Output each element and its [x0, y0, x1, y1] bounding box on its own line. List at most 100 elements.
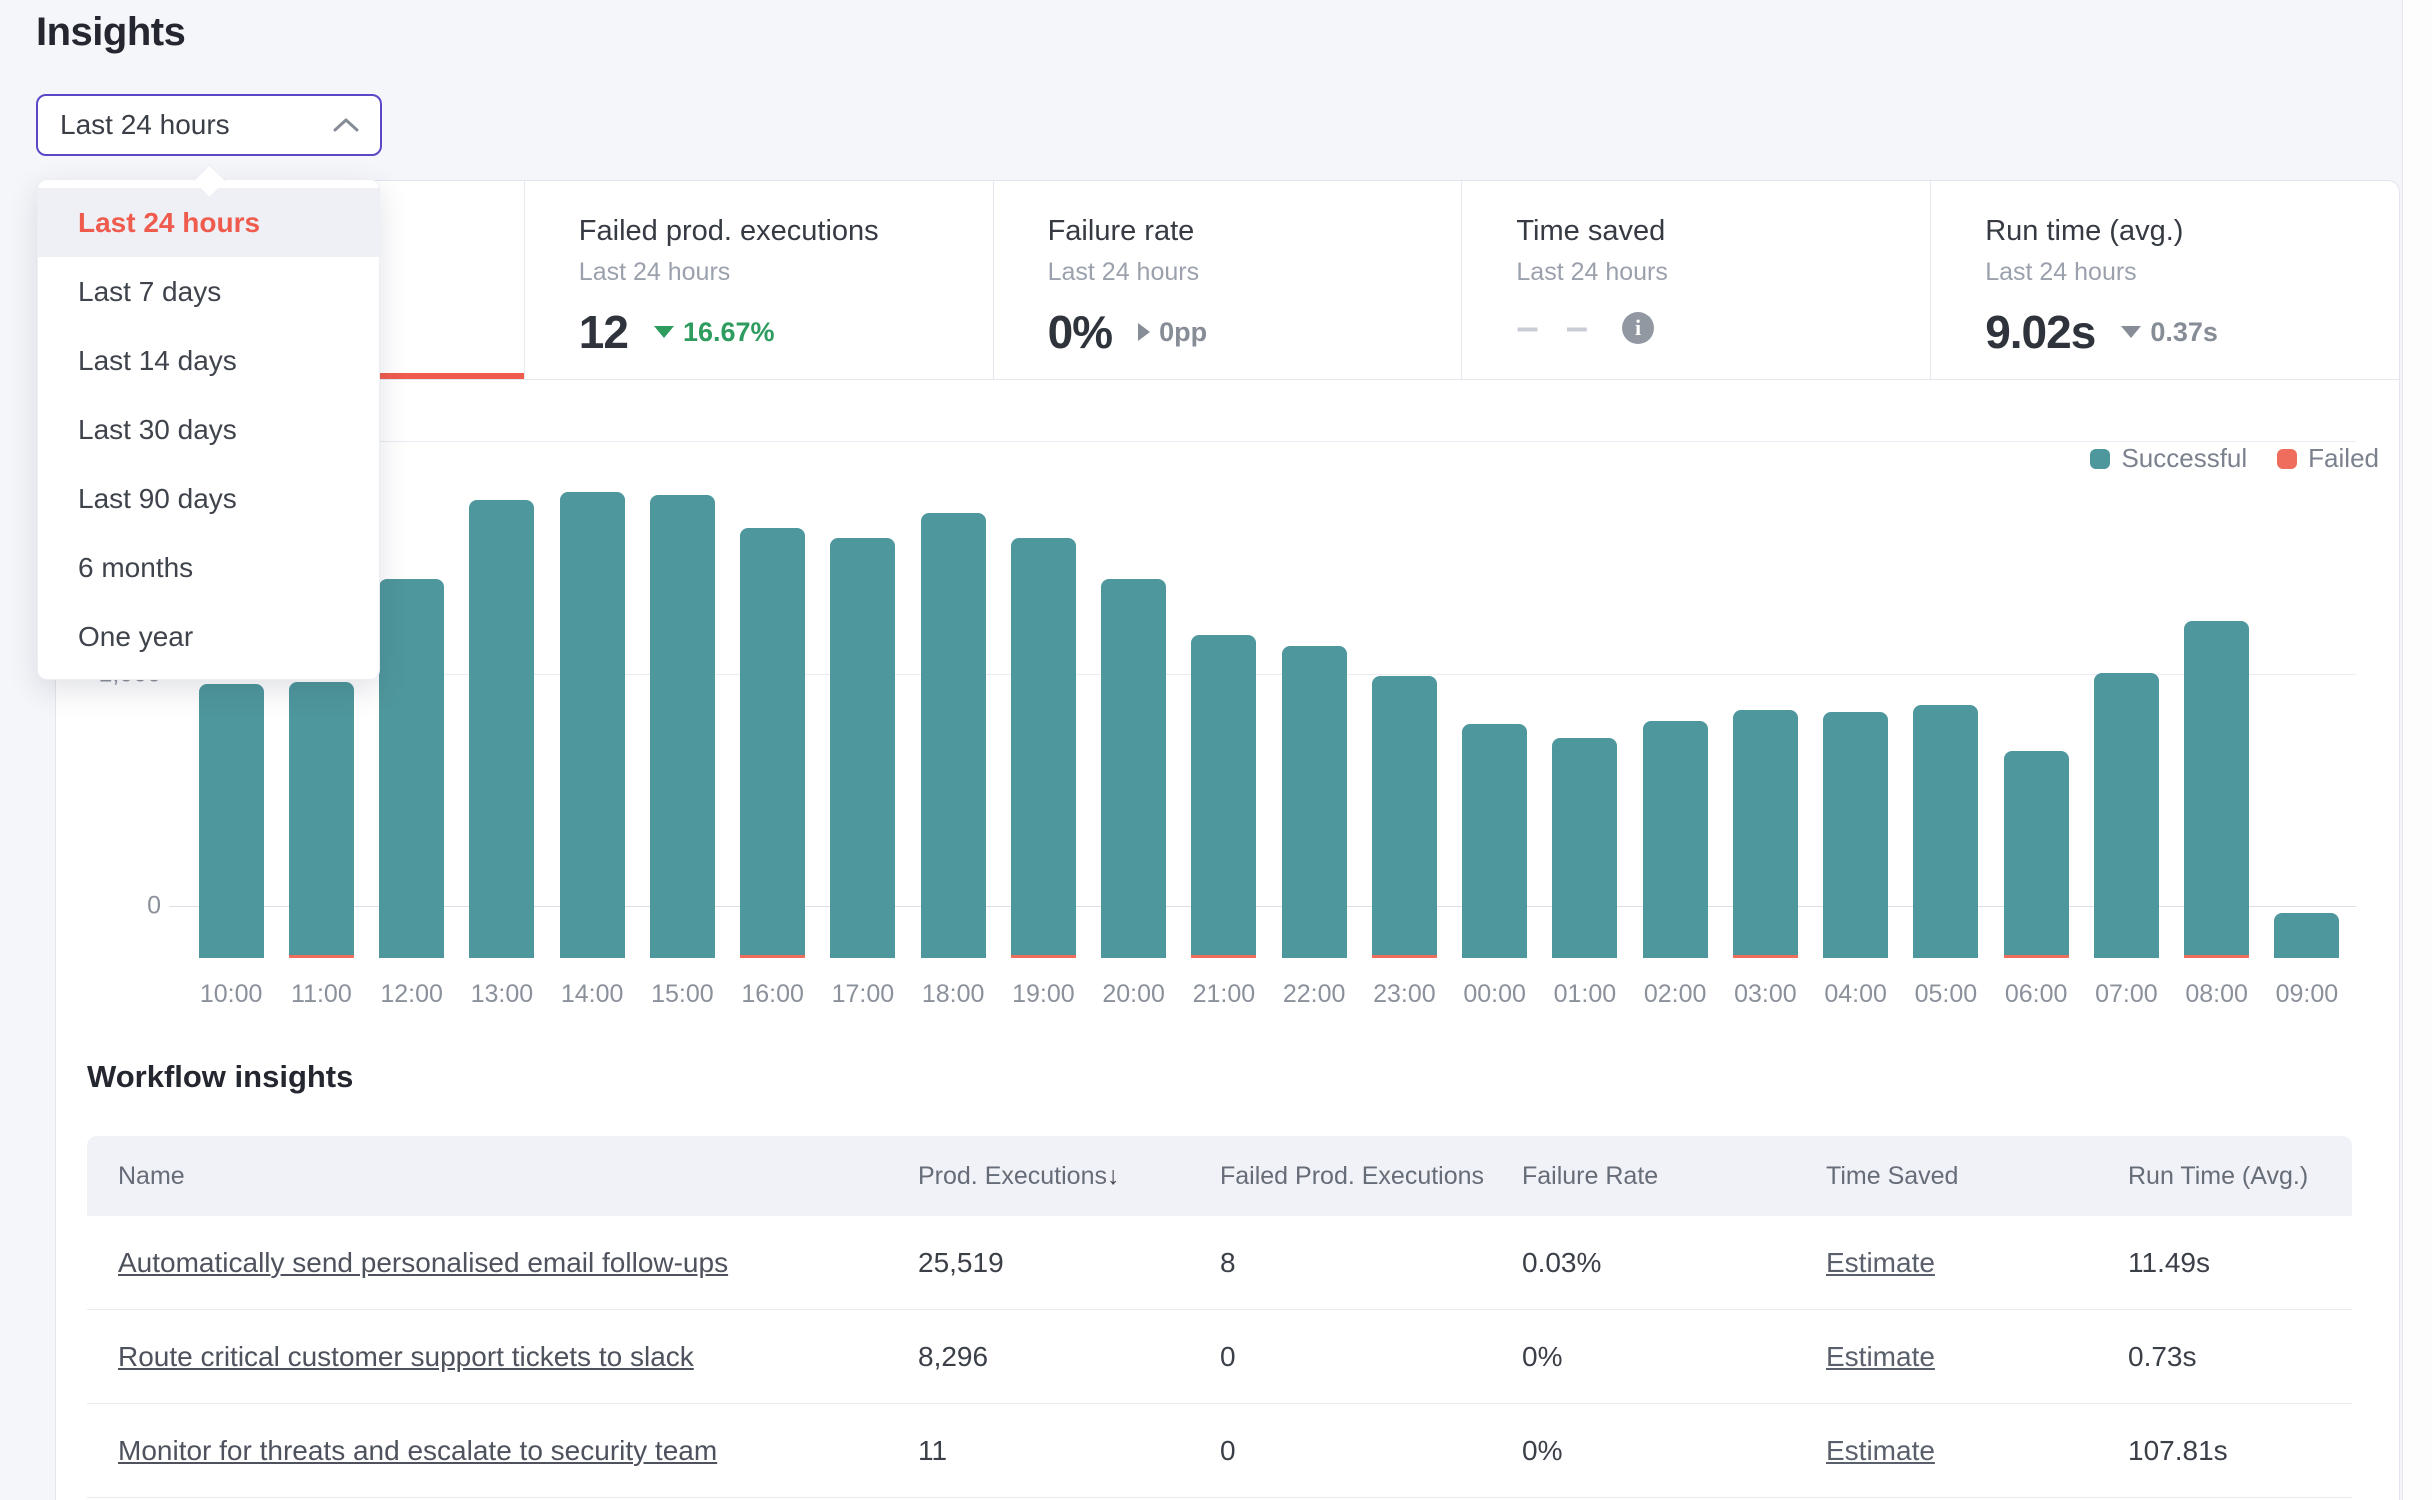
x-axis-label: 18:00: [908, 980, 998, 1009]
triangle-down-icon: [654, 326, 674, 338]
bar: [1101, 579, 1166, 958]
bar-successful-segment: [560, 492, 625, 958]
card-subtitle: Last 24 hours: [1516, 258, 1910, 287]
bar-successful-segment: [830, 538, 895, 958]
failure-rate-cell: 0.03%: [1522, 1216, 1826, 1310]
legend-swatch-failed: [2277, 449, 2297, 469]
legend-item-successful[interactable]: Successful: [2090, 443, 2247, 474]
estimate-link[interactable]: Estimate: [1826, 1435, 1935, 1466]
column-header-failed-prod-executions[interactable]: Failed Prod. Executions: [1220, 1136, 1522, 1216]
menu-item-last-90-days[interactable]: Last 90 days: [38, 464, 379, 533]
bar: [740, 528, 805, 958]
bar-group-08-00: [2172, 492, 2262, 958]
bar-successful-segment: [2094, 673, 2159, 958]
metric-card-run-time-avg[interactable]: Run time (avg.)Last 24 hours9.02s0.37s: [1931, 181, 2399, 379]
bar-failed-segment: [740, 955, 805, 958]
prod-executions-cell: 11: [918, 1404, 1220, 1498]
menu-item-last-30-days[interactable]: Last 30 days: [38, 395, 379, 464]
bar-successful-segment: [1011, 538, 1076, 955]
menu-item-last-24-hours[interactable]: Last 24 hours: [38, 188, 379, 257]
info-icon[interactable]: i: [1622, 312, 1654, 344]
scrollbar-track[interactable]: [2402, 0, 2432, 1500]
workflow-name-link[interactable]: Monitor for threats and escalate to secu…: [118, 1435, 717, 1466]
estimate-link[interactable]: Estimate: [1826, 1341, 1935, 1372]
card-title: Time saved: [1516, 215, 1910, 248]
bar: [1282, 646, 1347, 958]
metric-card-failed-prod-executions[interactable]: Failed prod. executionsLast 24 hours1216…: [525, 181, 994, 379]
x-axis-label: 20:00: [1089, 980, 1179, 1009]
table-row: Automatically send personalised email fo…: [87, 1216, 2352, 1310]
bar-successful-segment: [1282, 646, 1347, 958]
bar: [469, 500, 534, 958]
x-axis-label: 01:00: [1540, 980, 1630, 1009]
time-saved-cell: Estimate: [1826, 1404, 2128, 1498]
bar-group-21-00: [1179, 492, 1269, 958]
card-delta-value: 16.67%: [683, 317, 775, 348]
bar: [2094, 673, 2159, 958]
bar-failed-segment: [1011, 955, 1076, 958]
y-axis-label: 0: [66, 892, 161, 921]
bar: [560, 492, 625, 958]
menu-item-last-14-days[interactable]: Last 14 days: [38, 326, 379, 395]
bar: [1733, 710, 1798, 958]
executions-chart: Successful Failed 01,0002,000 10:0011:00…: [56, 379, 2399, 1019]
column-header-prod-executions[interactable]: Prod. Executions↓: [918, 1136, 1220, 1216]
column-header-run-time-avg[interactable]: Run Time (Avg.): [2128, 1136, 2352, 1216]
bar-group-22-00: [1269, 492, 1359, 958]
bar-successful-segment: [1823, 712, 1888, 958]
column-header-time-saved[interactable]: Time Saved: [1826, 1136, 2128, 1216]
bar-group-12-00: [367, 492, 457, 958]
x-axis-label: 12:00: [367, 980, 457, 1009]
bar-failed-segment: [1191, 955, 1256, 958]
chevron-up-icon: [332, 116, 360, 134]
workflow-name-link[interactable]: Route critical customer support tickets …: [118, 1341, 694, 1372]
bar-group-00-00: [1450, 492, 1540, 958]
time-range-select[interactable]: Last 24 hours: [36, 94, 382, 156]
workflow-table-header-row: NameProd. Executions↓Failed Prod. Execut…: [87, 1136, 2352, 1216]
time-saved-cell: Estimate: [1826, 1310, 2128, 1404]
workflow-table: NameProd. Executions↓Failed Prod. Execut…: [87, 1136, 2352, 1498]
card-value-row: 1216.67%: [579, 305, 973, 359]
run-time-cell: 0.73s: [2128, 1310, 2352, 1404]
menu-item-6-months[interactable]: 6 months: [38, 533, 379, 602]
bar-group-02-00: [1630, 492, 1720, 958]
bar: [2004, 751, 2069, 958]
x-axis-label: 06:00: [1991, 980, 2081, 1009]
x-axis-label: 00:00: [1450, 980, 1540, 1009]
column-header-failure-rate[interactable]: Failure Rate: [1522, 1136, 1826, 1216]
gridline-2-000: [169, 441, 2356, 442]
bar: [1462, 724, 1527, 958]
metric-card-failure-rate[interactable]: Failure rateLast 24 hours0%0pp: [994, 181, 1463, 379]
column-header-name[interactable]: Name: [87, 1136, 918, 1216]
bar: [1552, 738, 1617, 958]
bar-group-18-00: [908, 492, 998, 958]
chart-legend: Successful Failed: [2090, 443, 2379, 474]
bar: [830, 538, 895, 958]
menu-item-last-7-days[interactable]: Last 7 days: [38, 257, 379, 326]
triangle-right-icon: [1138, 323, 1150, 341]
time-saved-cell: Estimate: [1826, 1216, 2128, 1310]
bar: [1191, 635, 1256, 958]
workflow-name-link[interactable]: Automatically send personalised email fo…: [118, 1247, 728, 1278]
bar-successful-segment: [2184, 621, 2249, 955]
metric-cards: Failed prod. executionsLast 24 hours1216…: [56, 181, 2399, 380]
metric-card-time-saved[interactable]: Time savedLast 24 hours– –i: [1462, 181, 1931, 379]
menu-item-one-year[interactable]: One year: [38, 602, 379, 671]
bar-group-23-00: [1359, 492, 1449, 958]
bar: [2274, 913, 2339, 958]
bar: [1372, 676, 1437, 958]
estimate-link[interactable]: Estimate: [1826, 1247, 1935, 1278]
legend-item-failed[interactable]: Failed: [2277, 443, 2379, 474]
card-value-row: 9.02s0.37s: [1985, 305, 2379, 359]
bar-successful-segment: [289, 682, 354, 955]
bar-group-15-00: [637, 492, 727, 958]
x-axis-label: 14:00: [547, 980, 637, 1009]
bar-group-09-00: [2262, 492, 2352, 958]
bar-group-19-00: [998, 492, 1088, 958]
workflow-name-cell: Route critical customer support tickets …: [87, 1310, 918, 1404]
x-axis-label: 19:00: [998, 980, 1088, 1009]
prod-executions-cell: 8,296: [918, 1310, 1220, 1404]
card-subtitle: Last 24 hours: [1048, 258, 1442, 287]
workflow-name-cell: Monitor for threats and escalate to secu…: [87, 1404, 918, 1498]
failed-prod-executions-cell: 0: [1220, 1404, 1522, 1498]
